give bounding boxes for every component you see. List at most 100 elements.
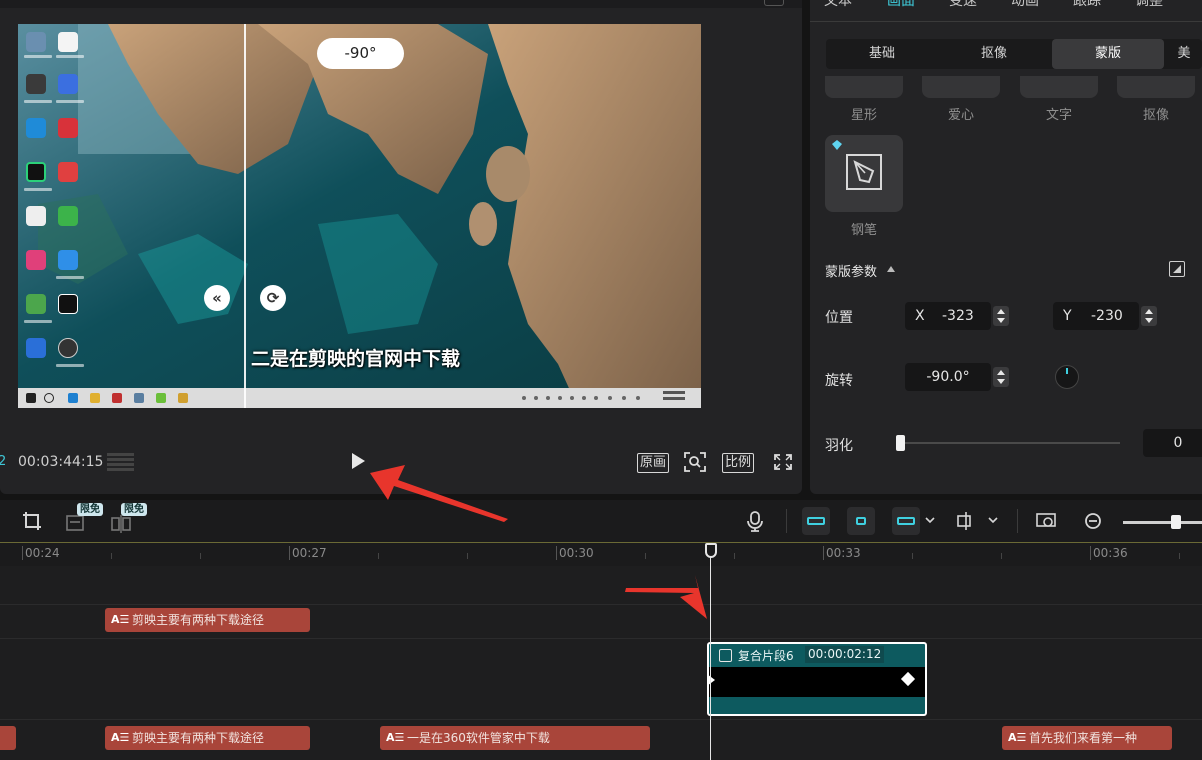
feather-value-field[interactable]: 0: [1143, 429, 1202, 457]
player-controls: 2 00:03:44:15 原画 比例: [0, 446, 802, 478]
tab-adjust[interactable]: 调整: [1135, 0, 1163, 10]
toolbar-divider: [1017, 509, 1018, 533]
mask-heart-option[interactable]: [922, 76, 1000, 98]
mask-params-title[interactable]: 蒙版参数: [825, 261, 877, 280]
text-clip-icon: A☰: [386, 731, 405, 744]
position-y-field[interactable]: Y -230: [1053, 302, 1139, 330]
text-clip[interactable]: A☰ 首先我们来看第一种: [1002, 726, 1172, 750]
taskbar-clock: [663, 391, 685, 394]
play-button[interactable]: [352, 453, 365, 469]
tab-speed[interactable]: 变速: [949, 0, 977, 10]
timeline-bars-icon[interactable]: [107, 452, 134, 472]
clip-trim-handle[interactable]: [709, 674, 715, 686]
feather-slider-handle[interactable]: [896, 435, 905, 451]
feather-label: 羽化: [825, 438, 853, 454]
tab-text[interactable]: 文本: [824, 0, 852, 10]
desktop-app-icon: [26, 206, 46, 226]
text-clip[interactable]: A☰ 剪映主要有两种下载途径: [105, 726, 310, 750]
text-clip[interactable]: A☰ 剪映主要有两种下载途径: [105, 608, 310, 632]
position-y-stepper[interactable]: [1141, 306, 1157, 326]
compound-clip-title: 复合片段6: [738, 649, 794, 663]
microphone-icon[interactable]: [744, 510, 766, 532]
chevron-down-icon[interactable]: [924, 514, 936, 526]
text-track-bottom[interactable]: A☰ 剪映主要有两种下载途径 A☰ 一是在360软件管家中下载 A☰ 首先我们来…: [0, 720, 1202, 760]
tab-animation[interactable]: 动画: [1011, 0, 1039, 10]
zoom-fit-icon[interactable]: [683, 451, 707, 473]
text-clip-icon: A☰: [111, 731, 130, 744]
app-icon: [178, 393, 188, 403]
position-x-stepper[interactable]: [993, 306, 1009, 326]
toolbar-divider: [786, 509, 787, 533]
reset-keyframe-icon[interactable]: [1169, 261, 1185, 277]
position-label: 位置: [825, 310, 853, 326]
rotation-dial[interactable]: [1055, 365, 1079, 389]
timeline-zoom-slider[interactable]: [1123, 521, 1202, 524]
ruler-minor-tick: [467, 553, 468, 559]
subtab-cutout[interactable]: 抠像: [938, 39, 1050, 69]
desktop-app-icon: [26, 74, 46, 94]
tray-icon: [534, 396, 538, 400]
subtab-mask[interactable]: 蒙版: [1052, 39, 1164, 69]
playhead-line[interactable]: [710, 556, 711, 760]
tray-icon: [622, 396, 626, 400]
compound-clip-thumbnail-strip: [709, 667, 925, 697]
desktop-taskbar: [18, 388, 701, 408]
mask-feather-handle-icon[interactable]: «: [204, 285, 230, 311]
ruler-tick: [823, 546, 824, 560]
player-menu-button[interactable]: [764, 0, 784, 6]
text-track-top[interactable]: A☰ 剪映主要有两种下载途径: [0, 605, 1202, 638]
aspect-ratio-button[interactable]: 比例: [722, 453, 755, 473]
desktop-app-icon: [26, 162, 46, 182]
auto-snap-toggle[interactable]: [847, 507, 875, 535]
original-quality-button[interactable]: 原画: [637, 453, 670, 473]
mask-heart-label: 爱心: [947, 108, 974, 123]
tab-tracking[interactable]: 跟踪: [1073, 0, 1101, 10]
text-clip-label: 一是在360软件管家中下载: [407, 731, 550, 745]
timeline-zoom-handle[interactable]: [1171, 515, 1181, 529]
ruler-tick: [1090, 546, 1091, 560]
auto-caption-icon[interactable]: [65, 513, 87, 535]
video-track[interactable]: [0, 639, 1202, 719]
crop-icon[interactable]: [21, 510, 43, 532]
empty-track[interactable]: [0, 566, 1202, 604]
thumbnail-zoom-icon[interactable]: [1035, 510, 1057, 532]
split-frame-icon[interactable]: [110, 513, 132, 535]
text-clip-partial[interactable]: [0, 726, 16, 750]
tab-picture[interactable]: 画面: [887, 0, 915, 10]
video-preview[interactable]: -90° « ⟳ 二是在剪映的官网中下载: [18, 24, 701, 408]
tray-icon: [594, 396, 598, 400]
subtab-beauty[interactable]: 美: [1164, 39, 1202, 69]
compound-clip[interactable]: 复合片段6 00:00:02:12: [707, 642, 927, 716]
rotation-stepper[interactable]: [993, 367, 1009, 387]
mask-cutout-option[interactable]: [1117, 76, 1195, 98]
pen-mask-icon: [832, 140, 882, 190]
preview-axis-icon[interactable]: [956, 510, 978, 532]
timeline-ruler[interactable]: 00:24 00:27 00:30 00:33 00:36: [0, 542, 1202, 566]
desktop-icon-label: [56, 55, 84, 58]
mask-text-option[interactable]: [1020, 76, 1098, 98]
mask-star-option[interactable]: [825, 76, 903, 98]
rotation-field[interactable]: -90.0°: [905, 363, 991, 391]
subtab-basic[interactable]: 基础: [826, 39, 938, 69]
mask-pen-label: 钢笔: [850, 223, 877, 238]
timecode-marker: 2: [0, 454, 7, 469]
mask-rotate-handle-icon[interactable]: ⟳: [260, 285, 286, 311]
linkage-toggle[interactable]: [892, 507, 920, 535]
fullscreen-icon[interactable]: [771, 451, 795, 473]
playhead-handle[interactable]: [705, 543, 717, 558]
folder-icon: [90, 393, 100, 403]
collapse-caret-icon[interactable]: [887, 266, 895, 272]
mask-pen-option[interactable]: [825, 135, 903, 212]
chevron-down-icon[interactable]: [987, 514, 999, 526]
tray-icon: [570, 396, 574, 400]
feather-slider-track[interactable]: [900, 442, 1120, 444]
preview-subtitle: 二是在剪映的官网中下载: [251, 348, 461, 370]
ruler-minor-tick: [1001, 553, 1002, 559]
zoom-out-icon[interactable]: [1082, 510, 1104, 532]
position-x-field[interactable]: X -323: [905, 302, 991, 330]
main-track-magnet-toggle[interactable]: [802, 507, 830, 535]
ruler-tick: [556, 546, 557, 560]
ruler-minor-tick: [1179, 553, 1180, 559]
text-clip[interactable]: A☰ 一是在360软件管家中下载: [380, 726, 650, 750]
mask-split-line[interactable]: [244, 24, 246, 408]
